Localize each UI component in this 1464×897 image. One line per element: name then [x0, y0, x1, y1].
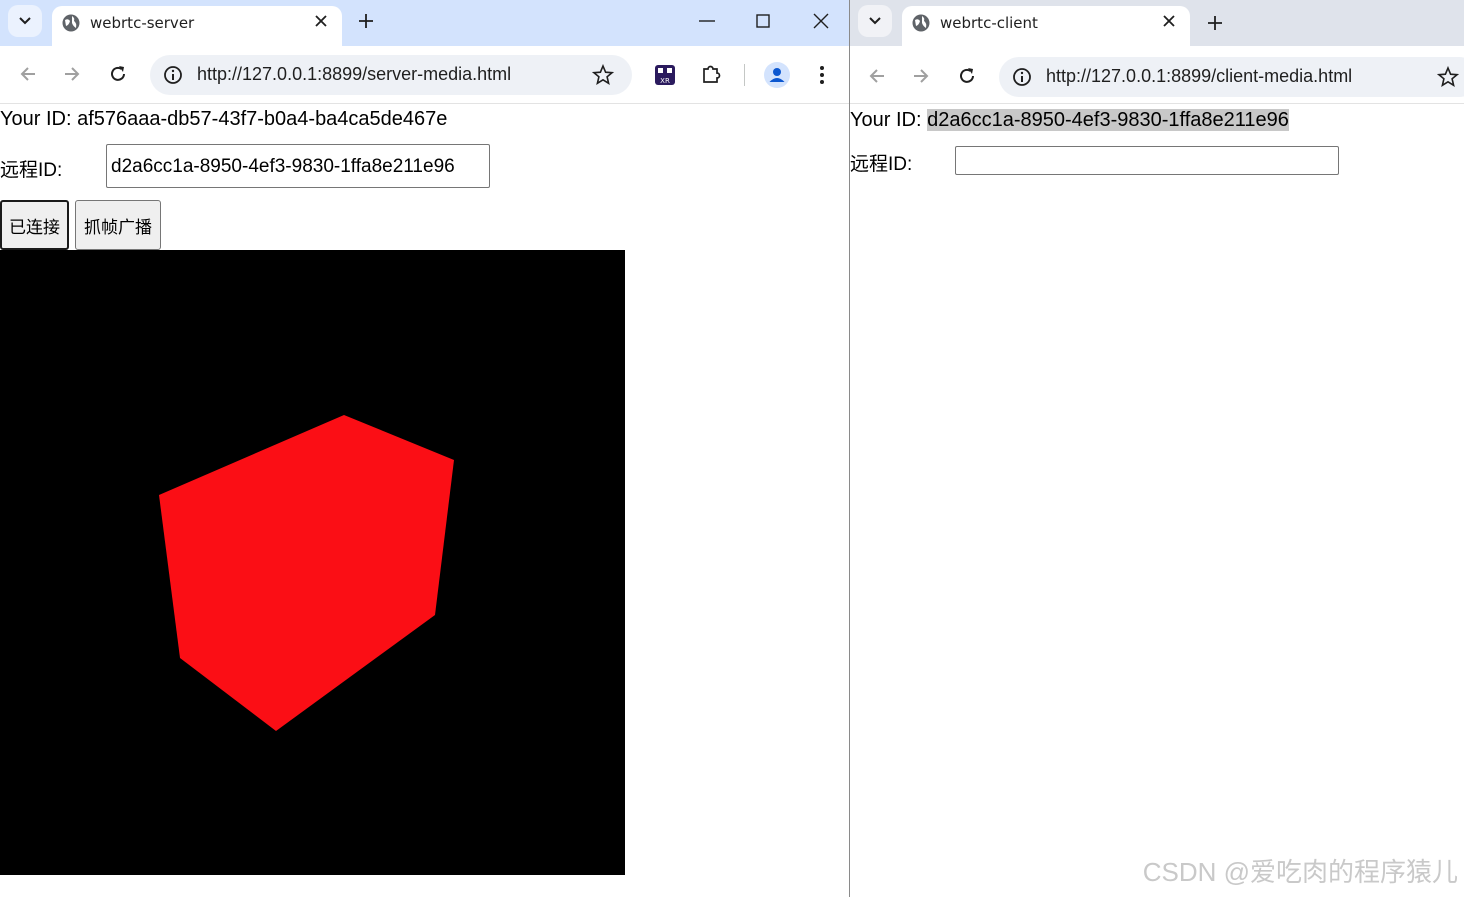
extensions-puzzle-icon[interactable]: [700, 63, 722, 85]
your-id-line: Your ID: d2a6cc1a-8950-4ef3-9830-1ffa8e2…: [850, 109, 1289, 132]
red-cube: [159, 415, 454, 731]
minimize-icon[interactable]: [699, 20, 715, 22]
tab-search-button[interactable]: [8, 5, 42, 37]
back-icon[interactable]: [867, 66, 887, 86]
profile-icon[interactable]: [764, 62, 790, 88]
cube-scene: [159, 415, 454, 731]
back-icon[interactable]: [18, 64, 38, 84]
tab-title: webrtc-server: [90, 14, 195, 32]
remote-id-label: 远程ID:: [0, 160, 63, 181]
tab-search-icon: [19, 17, 31, 25]
address-bar[interactable]: http://127.0.0.1:8899/client-media.html: [999, 57, 1464, 97]
toolbar-separator: [744, 64, 745, 86]
maximize-icon[interactable]: [756, 14, 770, 28]
menu-icon[interactable]: [819, 65, 825, 85]
tab-strip: webrtc-server: [0, 0, 849, 46]
info-icon[interactable]: [163, 65, 183, 85]
xr-extension-icon[interactable]: XR: [654, 64, 676, 86]
your-id-line: Your ID: af576aaa-db57-43f7-b0a4-ba4ca5d…: [0, 108, 447, 131]
remote-id-label: 远程ID:: [850, 154, 913, 175]
star-icon[interactable]: [592, 64, 614, 86]
tab-search-button[interactable]: [858, 5, 892, 37]
forward-icon[interactable]: [62, 64, 82, 84]
remote-id-input[interactable]: [955, 146, 1339, 175]
close-icon[interactable]: [314, 14, 328, 28]
server-page-content: Your ID: af576aaa-db57-43f7-b0a4-ba4ca5d…: [0, 105, 849, 897]
address-bar[interactable]: http://127.0.0.1:8899/server-media.html: [150, 55, 632, 95]
your-id-label: Your ID:: [0, 108, 72, 130]
tab-webrtc-server[interactable]: webrtc-server: [52, 6, 342, 46]
render-canvas[interactable]: [0, 250, 625, 875]
browser-toolbar: http://127.0.0.1:8899/client-media.html: [850, 46, 1464, 104]
info-icon[interactable]: [1012, 67, 1032, 87]
tab-webrtc-client[interactable]: webrtc-client: [902, 6, 1190, 46]
svg-text:XR: XR: [660, 77, 670, 85]
close-icon[interactable]: [1162, 14, 1176, 28]
your-id-value: d2a6cc1a-8950-4ef3-9830-1ffa8e211e96: [927, 109, 1289, 131]
globe-icon: [912, 14, 930, 32]
client-page-content: Your ID: d2a6cc1a-8950-4ef3-9830-1ffa8e2…: [850, 107, 1464, 897]
url-text: http://127.0.0.1:8899/server-media.html: [197, 64, 512, 84]
server-browser-window: webrtc-server http://127.0.0.1:8899/serv…: [0, 0, 849, 897]
plus-icon[interactable]: [1206, 14, 1224, 32]
tab-title: webrtc-client: [940, 14, 1038, 32]
broadcast-frame-button[interactable]: 抓帧广播: [75, 200, 161, 250]
reload-icon[interactable]: [108, 64, 128, 84]
plus-icon[interactable]: [357, 12, 375, 30]
client-browser-window: webrtc-client http://127.0.0.1:8899/clie…: [850, 0, 1464, 897]
your-id-label: Your ID:: [850, 109, 922, 131]
forward-icon[interactable]: [911, 66, 931, 86]
your-id-value: af576aaa-db57-43f7-b0a4-ba4ca5de467e: [77, 108, 448, 130]
url-text: http://127.0.0.1:8899/client-media.html: [1046, 66, 1353, 86]
globe-icon: [62, 14, 80, 32]
tab-strip: webrtc-client: [850, 0, 1464, 46]
connect-button[interactable]: 已连接: [0, 200, 69, 250]
remote-id-input-value: d2a6cc1a-8950-4ef3-9830-1ffa8e211e96: [111, 155, 455, 177]
reload-icon[interactable]: [957, 66, 977, 86]
watermark: CSDN @爱吃肉的程序猿儿: [1142, 857, 1458, 887]
star-icon[interactable]: [1437, 66, 1459, 88]
tab-search-icon: [869, 17, 881, 25]
close-window-icon[interactable]: [813, 13, 829, 29]
remote-id-input[interactable]: d2a6cc1a-8950-4ef3-9830-1ffa8e211e96: [106, 144, 490, 188]
browser-toolbar: http://127.0.0.1:8899/server-media.html …: [0, 46, 849, 104]
